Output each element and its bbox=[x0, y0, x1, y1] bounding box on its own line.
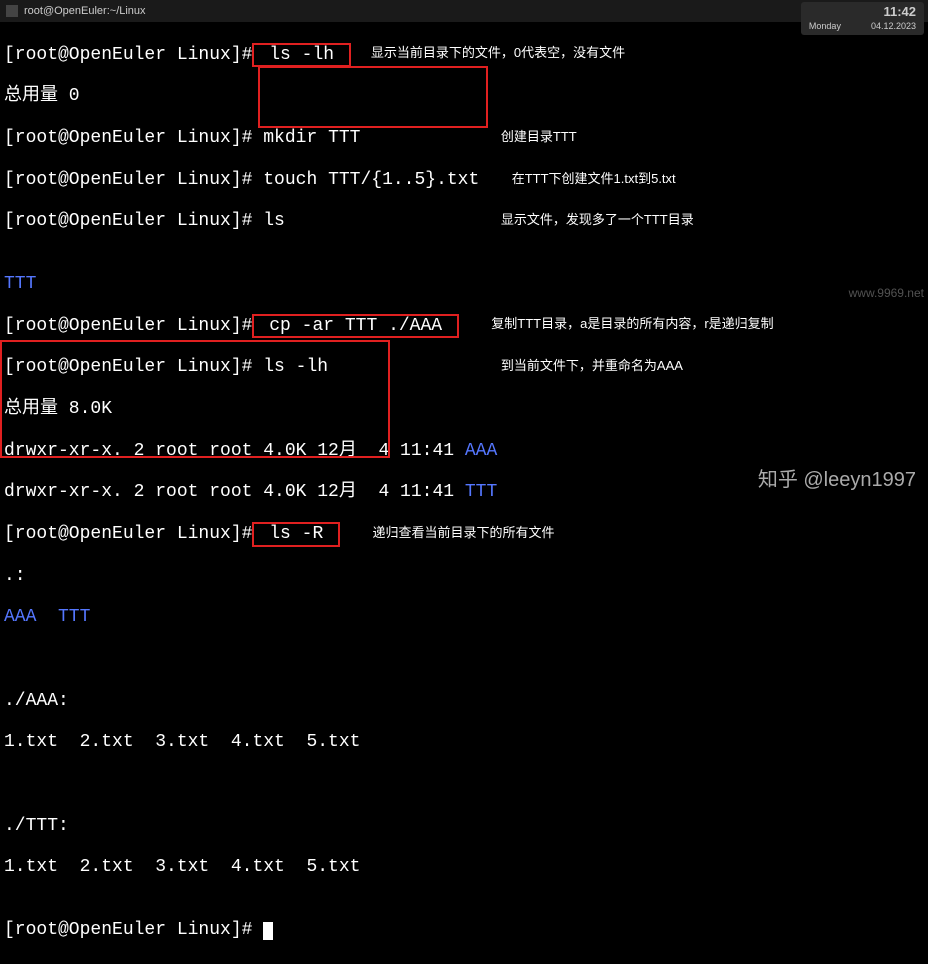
clock-time: 11:42 bbox=[809, 4, 916, 21]
annotation-text: 递归查看当前目录下的所有文件 bbox=[372, 526, 554, 541]
clock-date: 04.12.2023 bbox=[871, 21, 916, 33]
annotation-text: 显示当前目录下的文件，0代表空，没有文件 bbox=[371, 46, 625, 61]
highlight-box: ls -lh bbox=[252, 43, 350, 68]
watermark-zhihu: 知乎 @leeyn1997 bbox=[758, 463, 916, 492]
command-text: ls -lh bbox=[258, 45, 344, 65]
prompt: [root@OpenEuler Linux]# bbox=[4, 316, 252, 336]
terminal-output[interactable]: [root@OpenEuler Linux]# ls -lh 显示当前目录下的文… bbox=[0, 22, 928, 964]
prompt: [root@OpenEuler Linux]# bbox=[4, 211, 252, 231]
prompt: [root@OpenEuler Linux]# bbox=[4, 920, 252, 940]
output-text: 总用量 0 bbox=[4, 86, 80, 106]
annotation-text: 在TTT下创建文件1.txt到5.txt bbox=[512, 172, 676, 187]
output-text: 1.txt 2.txt 3.txt 4.txt 5.txt bbox=[4, 857, 360, 877]
output-text: .: bbox=[4, 566, 26, 586]
directory-name: AAA TTT bbox=[4, 607, 90, 627]
directory-name: TTT bbox=[465, 482, 497, 502]
directory-name: TTT bbox=[4, 274, 36, 294]
prompt: [root@OpenEuler Linux]# bbox=[4, 524, 252, 544]
output-text: ./TTT: bbox=[4, 816, 69, 836]
command-text: ls -lh bbox=[252, 357, 328, 377]
prompt: [root@OpenEuler Linux]# bbox=[4, 357, 252, 377]
annotation-text: 创建目录TTT bbox=[501, 130, 577, 145]
command-text: cp -ar TTT ./AAA bbox=[258, 316, 452, 336]
output-text: 1.txt 2.txt 3.txt 4.txt 5.txt bbox=[4, 732, 360, 752]
annotation-text: 到当前文件下，并重命名为AAA bbox=[501, 359, 683, 374]
prompt: [root@OpenEuler Linux]# bbox=[4, 45, 252, 65]
clock-day: Monday bbox=[809, 21, 841, 33]
watermark-site: www.9969.net bbox=[849, 286, 924, 300]
desktop-clock: 11:42 Monday 04.12.2023 bbox=[801, 2, 924, 35]
output-text: 总用量 8.0K bbox=[4, 399, 112, 419]
annotation-text: 复制TTT目录，a是目录的所有内容，r是递归复制 bbox=[491, 317, 773, 332]
directory-name: AAA bbox=[465, 441, 497, 461]
output-text: drwxr-xr-x. 2 root root 4.0K 12月 4 11:41 bbox=[4, 482, 465, 502]
window-titlebar: root@OpenEuler:~/Linux — ▢ ✕ bbox=[0, 0, 928, 22]
command-text: mkdir TTT bbox=[252, 128, 360, 148]
output-text: drwxr-xr-x. 2 root root 4.0K 12月 4 11:41 bbox=[4, 441, 465, 461]
output-text: ./AAA: bbox=[4, 691, 69, 711]
window-title: root@OpenEuler:~/Linux bbox=[24, 5, 146, 17]
highlight-box: ls -R bbox=[252, 522, 340, 547]
command-text: touch TTT/{1..5}.txt bbox=[252, 170, 479, 190]
annotation-text: 显示文件，发现多了一个TTT目录 bbox=[501, 213, 694, 228]
command-text: ls bbox=[252, 211, 284, 231]
terminal-cursor bbox=[263, 922, 273, 940]
prompt: [root@OpenEuler Linux]# bbox=[4, 170, 252, 190]
prompt: [root@OpenEuler Linux]# bbox=[4, 128, 252, 148]
app-icon bbox=[6, 5, 18, 17]
command-text: ls -R bbox=[258, 524, 334, 544]
highlight-box: cp -ar TTT ./AAA bbox=[252, 314, 458, 339]
